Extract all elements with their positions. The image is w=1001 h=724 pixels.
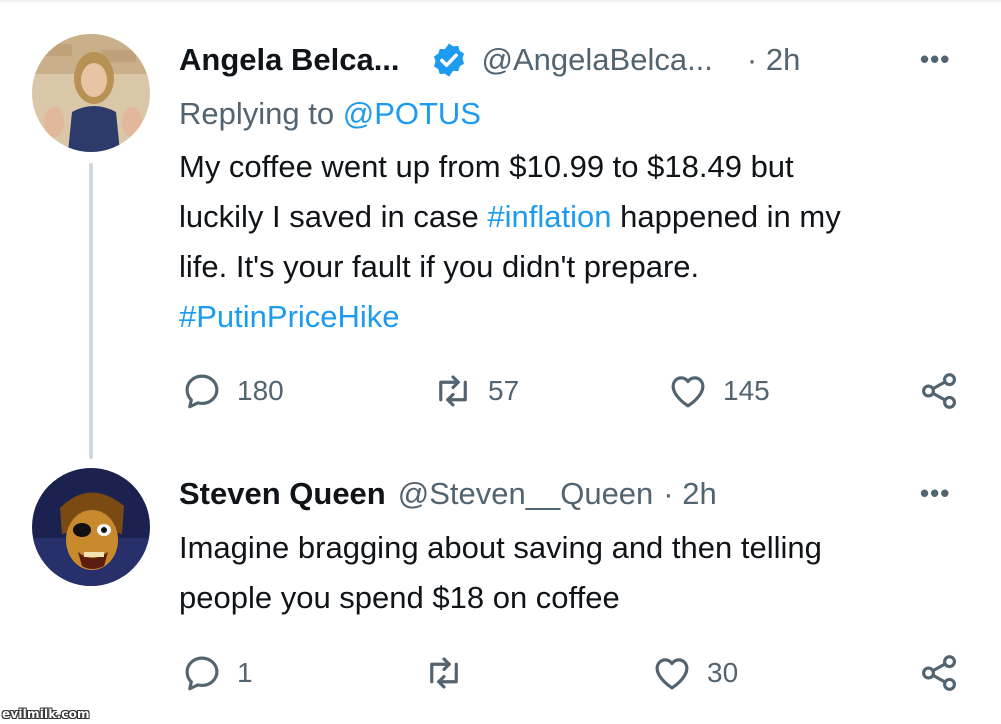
share-button[interactable]: [918, 370, 960, 412]
reply-count: 180: [237, 375, 284, 406]
watermark: evilmilk.com: [2, 707, 90, 721]
share-button[interactable]: [918, 652, 960, 694]
thread-connector-line: [89, 163, 93, 459]
tweet-2-header: Steven Queen @Steven__Queen · 2h: [179, 475, 717, 513]
replying-to-label: Replying to: [179, 96, 343, 131]
text-line-1: My coffee went up from $10.99 to $18.49 …: [179, 149, 794, 184]
like-count: 145: [723, 375, 770, 406]
tweet-1-header: Angela Belca... @AngelaBelca... · 2h: [179, 41, 800, 79]
like-count: 30: [707, 657, 739, 688]
text-line-1: Imagine bragging about saving and then t…: [179, 530, 822, 565]
tweet-timestamp[interactable]: · 2h: [747, 41, 800, 79]
author-handle[interactable]: @AngelaBelca...: [482, 41, 713, 79]
avatar-photo: [32, 468, 150, 586]
text-line-4: #PutinPriceHike: [179, 292, 841, 342]
share-icon: [922, 373, 956, 409]
like-icon: [655, 658, 689, 690]
reply-button[interactable]: 1: [181, 652, 253, 694]
like-icon: [671, 376, 705, 408]
like-button[interactable]: 145: [667, 370, 770, 412]
more-options-icon[interactable]: •••: [920, 44, 950, 75]
retweet-button[interactable]: [423, 652, 479, 694]
reply-icon: [185, 374, 219, 409]
retweet-icon: [439, 375, 467, 407]
like-button[interactable]: 30: [651, 652, 738, 694]
author-name[interactable]: Angela Belca...: [179, 41, 400, 79]
tweet-1-text: My coffee went up from $10.99 to $18.49 …: [179, 142, 841, 342]
hashtag-inflation[interactable]: #inflation: [487, 199, 611, 234]
reply-count: 1: [237, 657, 253, 688]
tweet-2-text: Imagine bragging about saving and then t…: [179, 523, 822, 623]
replying-to-mention[interactable]: @POTUS: [343, 96, 481, 131]
avatar-steven[interactable]: [32, 468, 150, 586]
verified-badge-icon: [430, 41, 468, 79]
tweet-timestamp[interactable]: · 2h: [663, 475, 716, 513]
author-name[interactable]: Steven Queen: [179, 475, 386, 513]
text-line-2: luckily I saved in case #inflation happe…: [179, 199, 841, 234]
text-line-2: people you spend $18 on coffee: [179, 580, 620, 615]
share-icon: [922, 655, 956, 691]
text-line-3: life. It's your fault if you didn't prep…: [179, 249, 700, 284]
retweet-icon: [430, 657, 458, 689]
retweet-button[interactable]: 57: [432, 370, 519, 412]
avatar-photo: [32, 34, 150, 152]
reply-icon: [185, 656, 219, 691]
top-divider: [0, 0, 1001, 2]
avatar-angela[interactable]: [32, 34, 150, 152]
retweet-count: 57: [488, 375, 520, 406]
more-options-icon[interactable]: •••: [920, 478, 950, 509]
replying-to-line: Replying to @POTUS: [179, 95, 481, 133]
reply-button[interactable]: 180: [181, 370, 284, 412]
author-handle[interactable]: @Steven__Queen: [398, 475, 654, 513]
hashtag-putinpricehike[interactable]: #PutinPriceHike: [179, 299, 400, 334]
